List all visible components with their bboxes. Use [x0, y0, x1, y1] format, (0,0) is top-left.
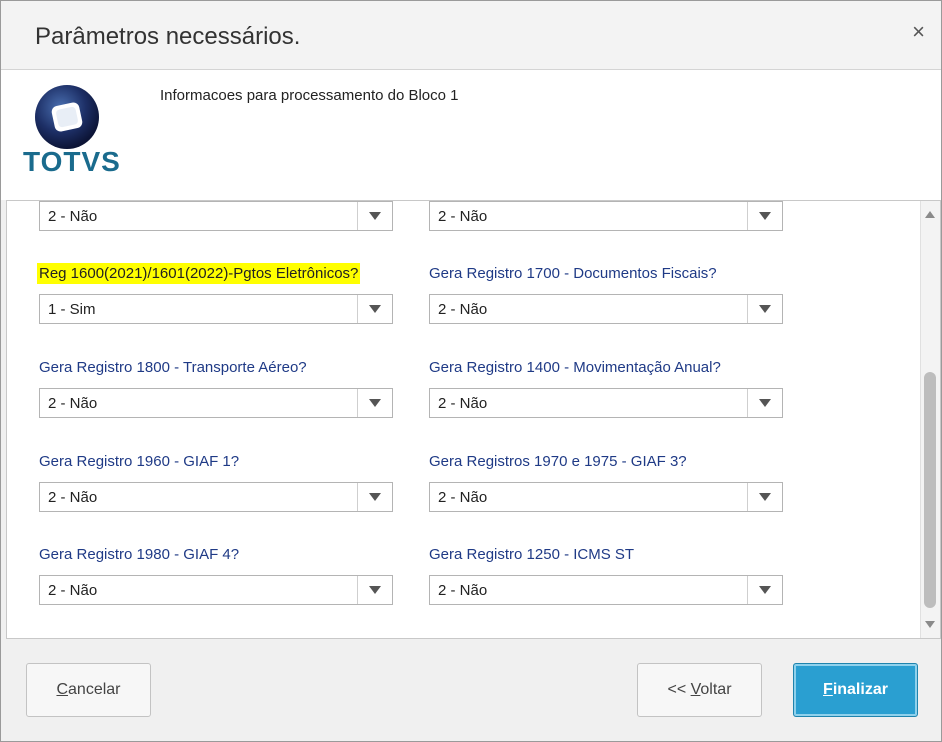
select-value: 1 - Sim	[48, 301, 96, 318]
chevron-down-icon[interactable]	[747, 576, 782, 604]
chevron-down-icon[interactable]	[357, 389, 392, 417]
chevron-down-icon[interactable]	[747, 483, 782, 511]
finish-accesskey: F	[823, 681, 833, 698]
select-reg-1700[interactable]: 2 - Não	[429, 294, 783, 324]
scroll-thumb[interactable]	[924, 372, 936, 608]
select-reg-1800[interactable]: 2 - Não	[39, 388, 393, 418]
label-reg-1250: Gera Registro 1250 - ICMS ST	[429, 546, 635, 563]
cancel-accesskey: C	[56, 681, 69, 698]
select-field-2[interactable]: 2 - Não	[429, 201, 783, 231]
select-value: 2 - Não	[438, 582, 488, 599]
select-value: 2 - Não	[48, 395, 98, 412]
close-icon[interactable]: ×	[912, 21, 925, 43]
label-reg-1980: Gera Registro 1980 - GIAF 4?	[39, 546, 240, 563]
dialog-title: Parâmetros necessários.	[35, 23, 301, 50]
select-reg-1980[interactable]: 2 - Não	[39, 575, 393, 605]
dialog-titlebar: Parâmetros necessários. ×	[1, 1, 941, 70]
chevron-down-icon[interactable]	[357, 576, 392, 604]
scroll-down-icon[interactable]	[925, 621, 935, 628]
dialog-header: TOTVS Informacoes para processamento do …	[1, 70, 941, 200]
select-reg-1600[interactable]: 1 - Sim	[39, 294, 393, 324]
select-value: 2 - Não	[438, 208, 488, 225]
label-reg-1960: Gera Registro 1960 - GIAF 1?	[39, 453, 240, 470]
vertical-scrollbar[interactable]	[920, 201, 940, 638]
label-reg-1700: Gera Registro 1700 - Documentos Fiscais?	[429, 265, 717, 282]
select-value: 2 - Não	[48, 489, 98, 506]
back-button[interactable]: << Voltar	[637, 663, 762, 717]
cancel-button[interactable]: Cancelar	[26, 663, 151, 717]
select-reg-1960[interactable]: 2 - Não	[39, 482, 393, 512]
finish-button[interactable]: Finalizar	[793, 663, 918, 717]
select-value: 2 - Não	[48, 208, 98, 225]
chevron-down-icon[interactable]	[357, 483, 392, 511]
select-reg-1970-1975[interactable]: 2 - Não	[429, 482, 783, 512]
select-value: 2 - Não	[438, 489, 488, 506]
back-prefix: <<	[667, 681, 691, 698]
select-value: 2 - Não	[48, 582, 98, 599]
label-reg-1970-1975: Gera Registros 1970 e 1975 - GIAF 3?	[429, 453, 687, 470]
chevron-down-icon[interactable]	[357, 295, 392, 323]
chevron-down-icon[interactable]	[357, 202, 392, 230]
select-reg-1400[interactable]: 2 - Não	[429, 388, 783, 418]
back-accesskey: V	[690, 681, 701, 698]
scroll-up-icon[interactable]	[925, 211, 935, 218]
back-label: oltar	[700, 681, 732, 698]
cancel-label: ancelar	[68, 681, 121, 698]
label-reg-1800: Gera Registro 1800 - Transporte Aéreo?	[39, 359, 307, 376]
finish-label: inalizar	[832, 681, 888, 698]
select-value: 2 - Não	[438, 395, 488, 412]
highlighted-label: Reg 1600(2021)/1601(2022)-Pgtos Eletrôni…	[37, 263, 361, 284]
logo-text: TOTVS	[23, 146, 121, 177]
select-reg-1250[interactable]: 2 - Não	[429, 575, 783, 605]
label-reg-1400: Gera Registro 1400 - Movimentação Anual?	[429, 359, 721, 376]
chevron-down-icon[interactable]	[747, 389, 782, 417]
dialog-subtitle: Informacoes para processamento do Bloco …	[160, 87, 459, 104]
label-reg-1600: Reg 1600(2021)/1601(2022)-Pgtos Eletrôni…	[37, 263, 361, 284]
select-value: 2 - Não	[438, 301, 488, 318]
select-field-1[interactable]: 2 - Não	[39, 201, 393, 231]
chevron-down-icon[interactable]	[747, 295, 782, 323]
parameters-dialog: Parâmetros necessários. × TOTVS Informac…	[0, 0, 942, 742]
chevron-down-icon[interactable]	[747, 202, 782, 230]
parameters-panel: 2 - Não 2 - Não Reg 1600(2021)/1601(2022…	[6, 200, 941, 639]
